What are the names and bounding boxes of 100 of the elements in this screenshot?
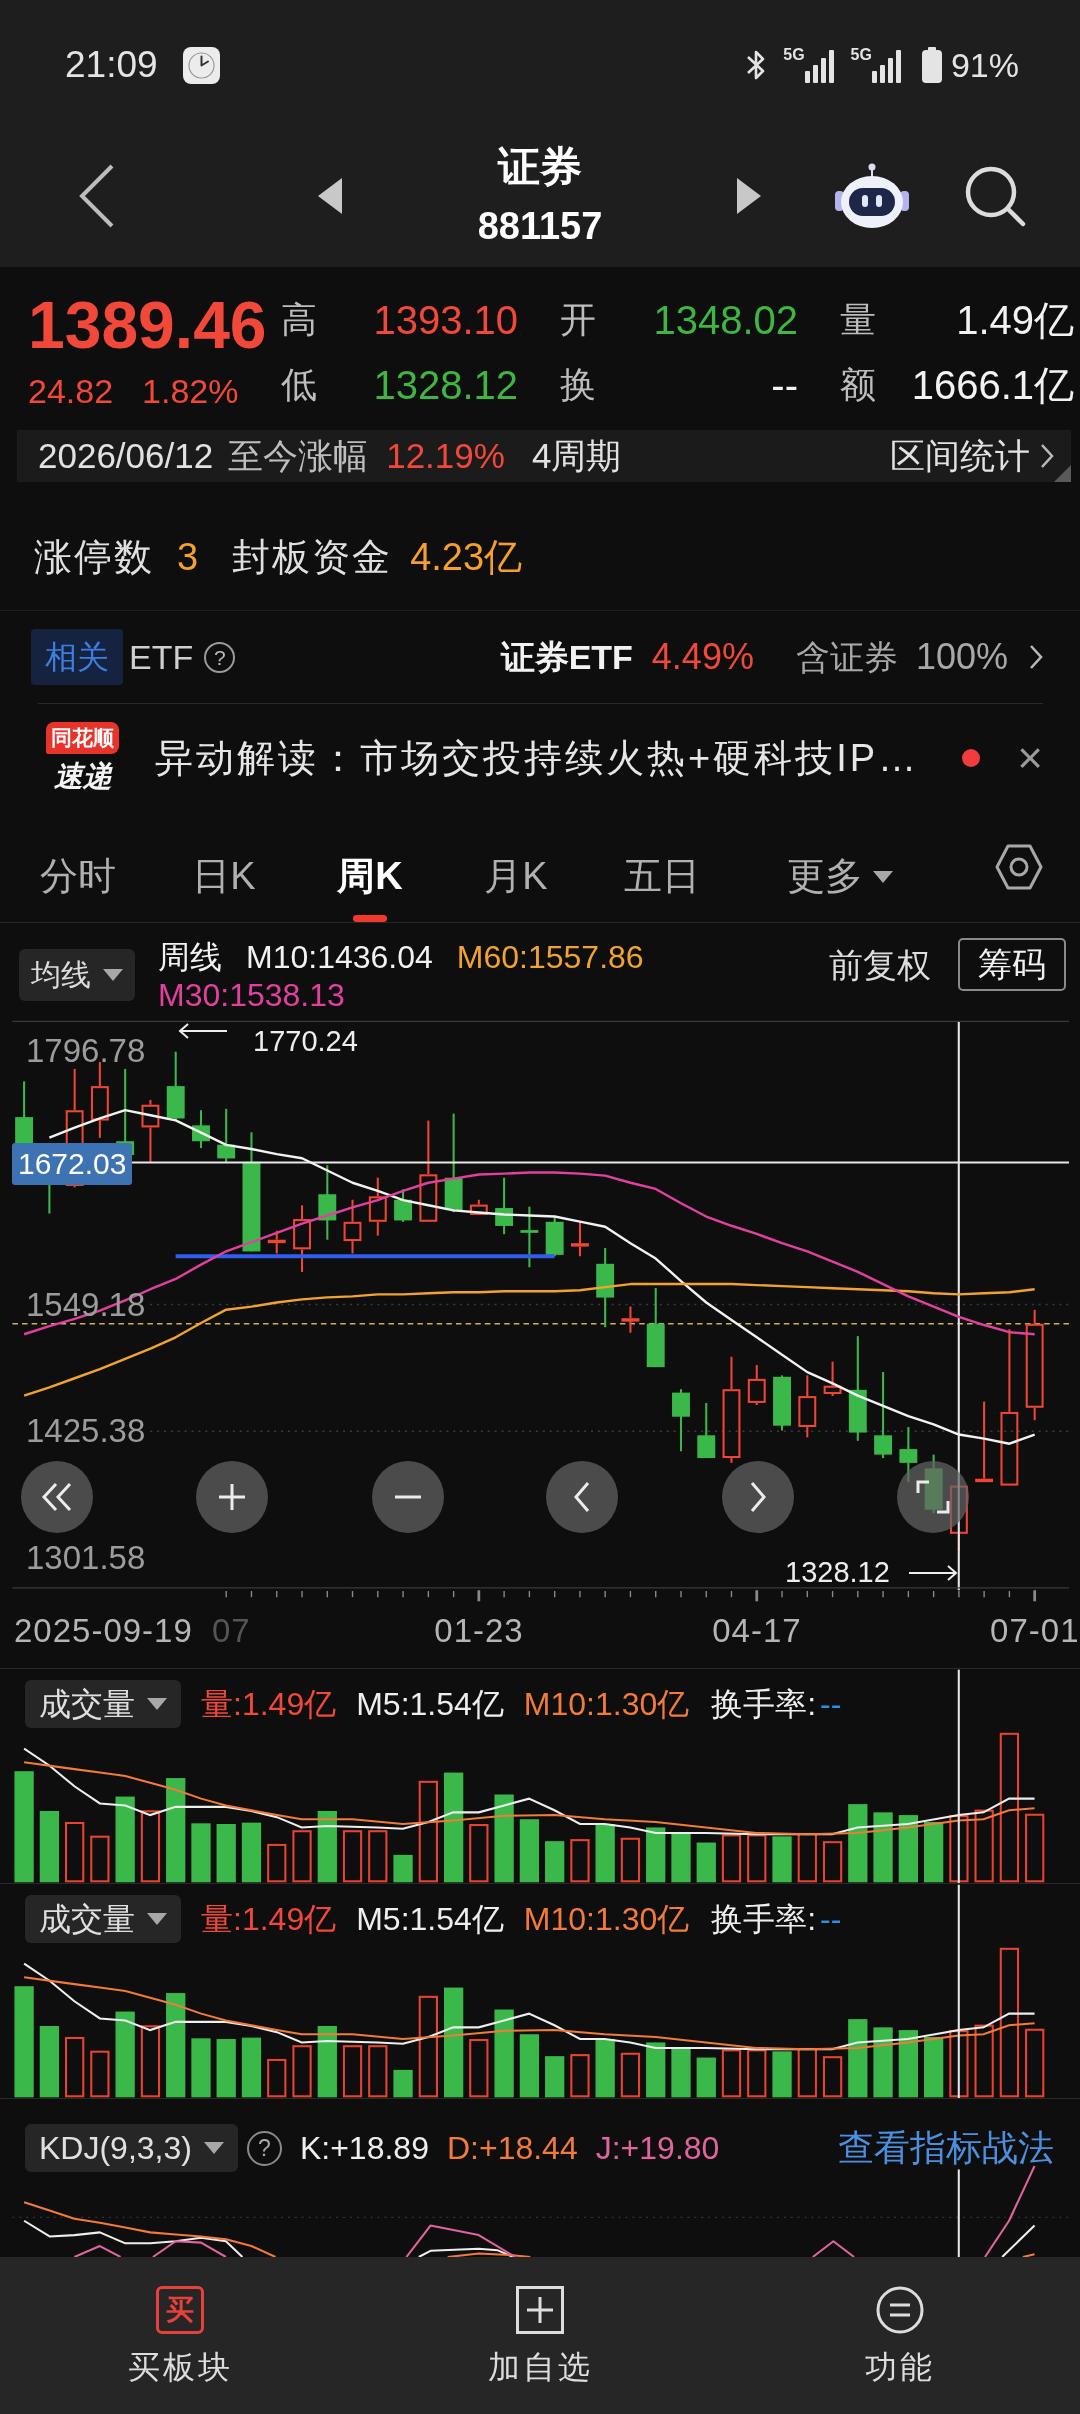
volume-bar [620, 1837, 641, 1883]
limit-up-label: 涨停数 [34, 535, 154, 580]
tab[interactable]: 月K [443, 812, 589, 922]
volume-bar [671, 2047, 691, 2098]
stat-label: 高 [281, 297, 317, 342]
help-button[interactable]: ? [246, 2130, 282, 2166]
crosshair-price-tag: 1672.03 [12, 1143, 133, 1185]
indicator-dropdown[interactable]: KDJ(9,3,3) [25, 2124, 238, 2172]
caret-down-icon[interactable] [203, 2142, 224, 2154]
buy-icon[interactable]: 买 [156, 2286, 204, 2334]
close-button[interactable]: × [1017, 735, 1043, 781]
volume-bar [772, 2051, 792, 2098]
circle-menu-icon[interactable] [876, 2286, 924, 2334]
volume-bar [317, 1811, 337, 1883]
average-value: M10:1436.04 [246, 938, 433, 976]
tab[interactable]: 日K [151, 812, 297, 922]
caret-down-icon[interactable] [147, 1698, 167, 1710]
volume-bar [241, 1822, 262, 1883]
candle [217, 1108, 236, 1162]
chevron-left-icon[interactable] [79, 163, 115, 228]
candle [823, 1361, 842, 1397]
average-value: M30:1538.13 [158, 976, 345, 1014]
legend-value: 量:1.49亿 [201, 1685, 337, 1724]
volume-bar [90, 1835, 110, 1883]
volume-bar [342, 1830, 363, 1883]
volume-bar [646, 1827, 666, 1883]
price-change: 24.82 [28, 371, 114, 412]
plus-square-icon[interactable] [516, 2286, 564, 2334]
adjustment-toggle[interactable]: 前复权 [829, 944, 931, 985]
volume-bar [570, 1839, 590, 1883]
fullscreen-button[interactable] [897, 1461, 969, 1533]
limit-up-count: 3 [177, 535, 199, 580]
volume-bar [65, 2036, 85, 2098]
nav-button[interactable]: 功能 [720, 2257, 1080, 2414]
stat-value: 1348.02 [653, 296, 798, 343]
candle [571, 1221, 589, 1257]
chevron-right-icon[interactable] [1040, 443, 1054, 469]
candle [343, 1199, 362, 1254]
indicator-dropdown[interactable]: 均线 [19, 949, 135, 1001]
caret-down-icon[interactable] [103, 969, 123, 981]
triangle-right-icon[interactable] [737, 177, 761, 214]
minus-icon[interactable] [393, 1495, 423, 1499]
start-date-label: 2025-09-19 [14, 1613, 193, 1649]
nav-button[interactable]: 买 买板块 [0, 2257, 360, 2414]
robot-icon[interactable] [835, 162, 909, 229]
logo-caption: 速递 [53, 759, 112, 794]
indicator-dropdown[interactable]: 成交量 [25, 1680, 181, 1728]
candle [520, 1206, 539, 1268]
tab[interactable]: 更多 [735, 812, 945, 922]
nav-button[interactable]: 加自选 [360, 2257, 720, 2414]
volume-bar [797, 2047, 817, 2098]
candle [773, 1375, 791, 1431]
volume-bar [595, 2039, 615, 2098]
volume-bar [393, 1854, 413, 1883]
volume-bar [721, 2049, 742, 2098]
stat-value: -- [771, 361, 798, 408]
volume-bar [545, 2056, 565, 2098]
axis-price-label: 1425.38 [26, 1415, 146, 1448]
stat-value: 1393.10 [373, 296, 518, 343]
triangle-left-icon[interactable] [318, 177, 342, 214]
holding-label: 含证券 [795, 637, 898, 677]
volume-bar [545, 1841, 565, 1883]
tab[interactable]: 分时 [5, 812, 151, 922]
caret-down-icon[interactable] [147, 1913, 167, 1925]
candle [621, 1306, 640, 1333]
etf-label: ETF [129, 637, 194, 677]
volume-bar [368, 2045, 388, 2098]
chips-button[interactable]: 筹码 [958, 938, 1066, 991]
volume-bar [873, 2027, 893, 2098]
candle [495, 1177, 514, 1235]
volume-bar [39, 2026, 60, 2098]
double-chevron-left-icon[interactable] [40, 1482, 74, 1512]
legend-value: J:+19.80 [595, 2129, 720, 2168]
plus-icon[interactable] [217, 1482, 247, 1512]
chevron-right-icon[interactable] [1029, 644, 1043, 670]
related-tag: 相关 [31, 629, 123, 685]
volume-bar [898, 1815, 918, 1883]
tab[interactable]: 五日 [589, 812, 735, 922]
settings-icon[interactable] [995, 843, 1043, 891]
volume-bar [620, 2052, 641, 2098]
caret-down-icon[interactable] [873, 871, 893, 883]
volume-bar [191, 1823, 211, 1883]
range-stats-link[interactable]: 区间统计 [890, 435, 1054, 477]
network-label: 5G [783, 47, 805, 63]
holding-value: 100% [915, 636, 1008, 678]
stat-label: 开 [560, 297, 596, 342]
legend-value: D:+18.44 [446, 2129, 578, 2168]
volume-bar [216, 1824, 236, 1883]
news-headline[interactable]: 异动解读：市场交投持续火热+硬科技IP… [155, 735, 920, 781]
search-icon[interactable] [964, 164, 1026, 227]
indicator-guide-link[interactable]: 查看指标战法 [838, 2127, 1054, 2169]
help-button[interactable]: ? [204, 641, 236, 673]
expand-icon[interactable] [916, 1480, 950, 1514]
tab[interactable]: 周K [297, 812, 443, 922]
volume-bar [292, 1830, 312, 1883]
stock-title: 证券 [498, 142, 582, 192]
indicator-dropdown[interactable]: 成交量 [25, 1895, 181, 1943]
volume-bar [342, 2045, 363, 2098]
volume-bar [772, 1836, 792, 1883]
network-label: 5G [850, 47, 872, 63]
